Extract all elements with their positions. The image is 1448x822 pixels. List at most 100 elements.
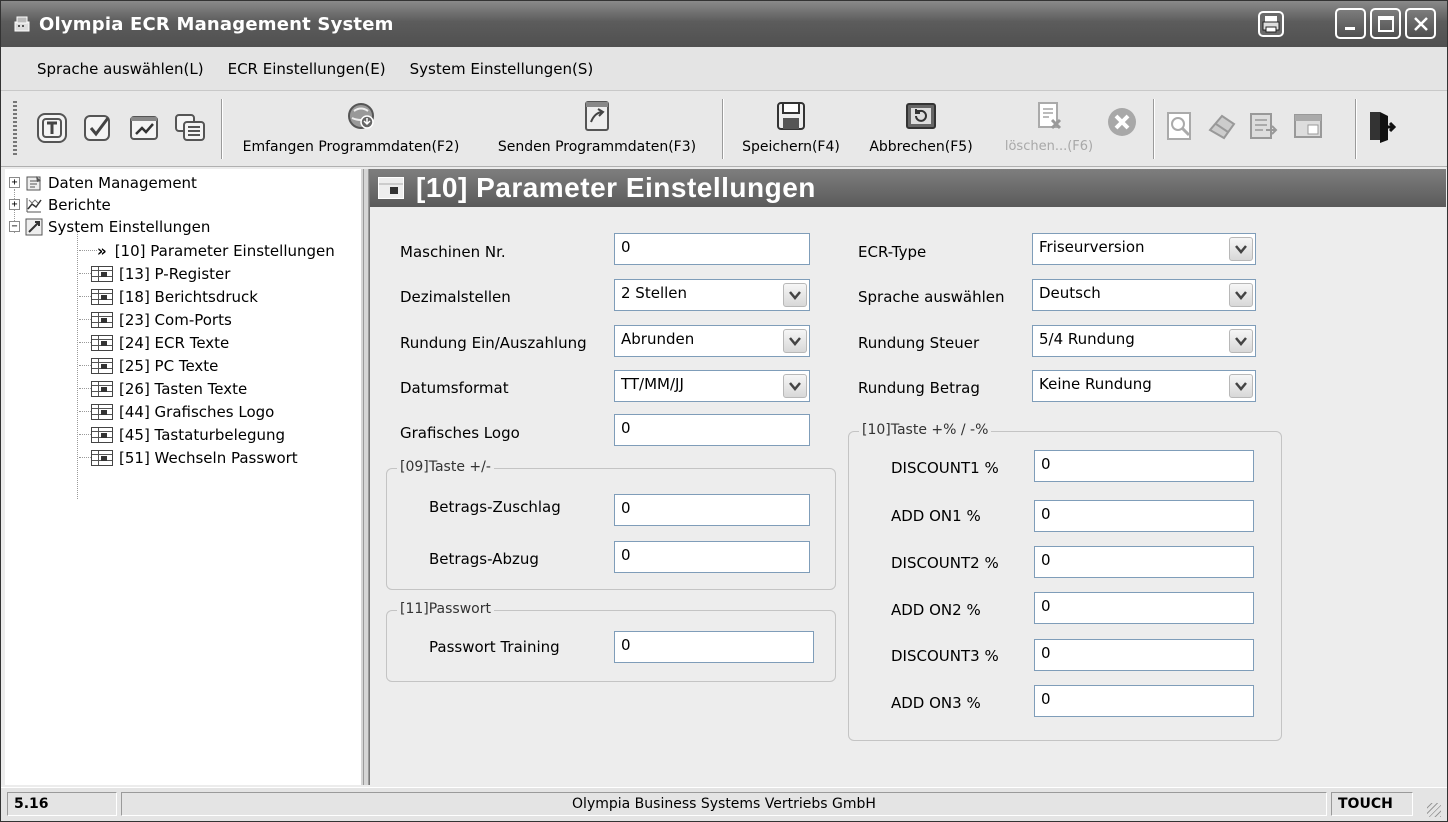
betrags-abzug-input[interactable]: 0 [614,541,810,573]
panel-header: [10] Parameter Einstellungen [370,169,1446,207]
chevron-down-icon[interactable] [1229,374,1253,398]
discount2-label: DISCOUNT2 % [891,554,999,572]
delete-document-icon [995,99,1103,133]
table-icon [378,177,404,199]
tree-label: System Einstellungen [48,217,211,236]
send-program-data-label: Senden Programmdaten(F3) [497,139,697,155]
grafisches-logo-label: Grafisches Logo [400,424,520,442]
close-button[interactable] [1405,8,1436,39]
maschinen-nr-input[interactable]: 0 [614,233,810,265]
data-management-icon [24,174,44,192]
maximize-button[interactable] [1370,8,1401,39]
cancel-button[interactable]: Abbrechen(F5) [861,99,981,155]
sprache-auswaehlen-select[interactable]: Deutsch [1032,279,1256,311]
export-icon[interactable] [1247,109,1281,143]
tree-item-ecr-texte[interactable]: [24] ECR Texte [91,333,229,352]
exit-door-icon[interactable] [1365,109,1399,143]
betrags-abzug-label: Betrags-Abzug [429,550,539,568]
collapse-icon[interactable]: − [9,221,20,232]
tree-item-p-register[interactable]: [13] P-Register [91,264,230,283]
tree-node-system-einstellungen[interactable]: − System Einstellungen [9,217,210,236]
search-document-icon[interactable] [1163,109,1197,143]
table-icon [91,311,113,328]
expand-icon[interactable]: + [9,199,20,210]
grafisches-logo-input[interactable]: 0 [614,414,810,446]
chart-report-icon[interactable] [127,111,161,145]
rundung-steuer-value: 5/4 Rundung [1039,330,1135,348]
discount3-input[interactable]: 0 [1034,639,1254,671]
tree-item-tasten-texte[interactable]: [26] Tasten Texte [91,379,247,398]
tree-item-grafisches-logo[interactable]: [44] Grafisches Logo [91,402,274,421]
passwort-training-label: Passwort Training [429,638,560,656]
tree-node-berichte[interactable]: + Berichte [9,195,111,214]
rundung-betrag-select[interactable]: Keine Rundung [1032,370,1256,402]
text-settings-icon[interactable] [35,111,69,145]
rundung-ein-auszahlung-select[interactable]: Abrunden [614,325,810,357]
delete-button[interactable]: löschen...(F6) [995,99,1103,154]
discount1-input[interactable]: 0 [1034,450,1254,482]
rundung-ein-auszahlung-label: Rundung Ein/Auszahlung [400,334,587,352]
chevron-down-icon[interactable] [1229,329,1253,353]
discount2-input[interactable]: 0 [1034,546,1254,578]
passwort-training-input[interactable]: 0 [614,631,814,663]
tree-item-tastaturbelegung[interactable]: [45] Tastaturbelegung [91,425,285,444]
menu-ecr-settings[interactable]: ECR Einstellungen(E) [216,60,398,78]
version-text: 5.16 [14,796,49,812]
tree-item-com-ports[interactable]: [23] Com-Ports [91,310,232,329]
receive-program-data-button[interactable]: Emfangen Programmdaten(F2) [230,99,472,155]
tree-item-berichtsdruck[interactable]: [18] Berichtsdruck [91,287,258,306]
rundung-ein-auszahlung-value: Abrunden [621,330,695,348]
panel-splitter[interactable] [361,169,369,785]
table-icon [91,357,113,374]
messages-icon[interactable] [173,111,207,145]
chevron-down-icon[interactable] [783,374,807,398]
addon3-input[interactable]: 0 [1034,685,1254,717]
addon2-input[interactable]: 0 [1034,592,1254,624]
tree-item-pc-texte[interactable]: [25] PC Texte [91,356,218,375]
cancel-label: Abbrechen(F5) [869,139,973,155]
addon3-label: ADD ON3 % [891,694,981,712]
addon1-input[interactable]: 0 [1034,500,1254,532]
menu-system-settings[interactable]: System Einstellungen(S) [398,60,606,78]
status-bar: 5.16 Olympia Business Systems Vertriebs … [1,787,1447,821]
tree-node-daten-management[interactable]: + Daten Management [9,173,197,192]
eraser-icon[interactable] [1205,109,1239,143]
document-send-icon [486,99,708,133]
resize-grip[interactable] [1427,803,1441,817]
toolbar-grip[interactable] [13,101,17,157]
tree-label: [45] Tastaturbelegung [119,425,286,444]
rundung-steuer-select[interactable]: 5/4 Rundung [1032,325,1256,357]
betrags-zuschlag-label: Betrags-Zuschlag [429,498,561,516]
chevron-down-icon[interactable] [1229,237,1253,261]
tree-item-wechseln-passwort[interactable]: [51] Wechseln Passwort [91,448,298,467]
cancel-circle-icon[interactable] [1105,105,1139,139]
company-text: Olympia Business Systems Vertriebs GmbH [572,796,876,812]
dezimalstellen-label: Dezimalstellen [400,288,511,306]
reports-icon [24,196,44,214]
group-taste-plus-minus: [09]Taste +/- Betrags-Zuschlag 0 Betrags… [386,459,836,590]
toolbar: Emfangen Programmdaten(F2) Senden Progra… [1,91,1447,167]
tree-item-parameter-einstellungen[interactable]: » [10] Parameter Einstellungen [97,241,335,260]
chevron-down-icon[interactable] [783,283,807,307]
calendar-icon[interactable] [1291,109,1325,143]
title-bar: Olympia ECR Management System [1,1,1447,47]
group-passwort-title: [11]Passwort [397,601,494,617]
tree-label: [51] Wechseln Passwort [119,448,298,467]
expand-icon[interactable]: + [9,177,20,188]
save-button[interactable]: Speichern(F4) [733,99,849,155]
tree-label: [44] Grafisches Logo [119,402,275,421]
datumsformat-select[interactable]: TT/MM/JJ [614,370,810,402]
navigation-tree: + Daten Management + Berichte − System E… [5,169,361,785]
ecr-type-select[interactable]: Friseurversion [1032,233,1256,265]
dezimalstellen-select[interactable]: 2 Stellen [614,279,810,311]
print-icon[interactable] [1255,8,1286,39]
menu-language[interactable]: Sprache auswählen(L) [1,60,216,78]
chevron-down-icon[interactable] [1229,283,1253,307]
betrags-zuschlag-input[interactable]: 0 [614,494,810,526]
discount3-label: DISCOUNT3 % [891,647,999,665]
send-program-data-button[interactable]: Senden Programmdaten(F3) [486,99,708,155]
checklist-icon[interactable] [81,111,115,145]
minimize-button[interactable] [1335,8,1366,39]
chevron-down-icon[interactable] [783,329,807,353]
save-label: Speichern(F4) [742,139,840,155]
